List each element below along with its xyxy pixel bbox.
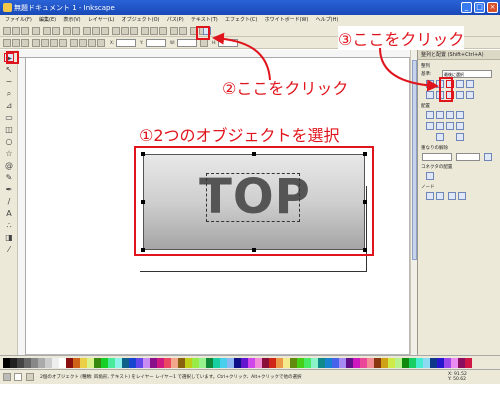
annotation-arrows: [212, 32, 439, 92]
arrow-to-align-button: [212, 32, 271, 81]
arrow-to-align-icons: [379, 47, 439, 92]
